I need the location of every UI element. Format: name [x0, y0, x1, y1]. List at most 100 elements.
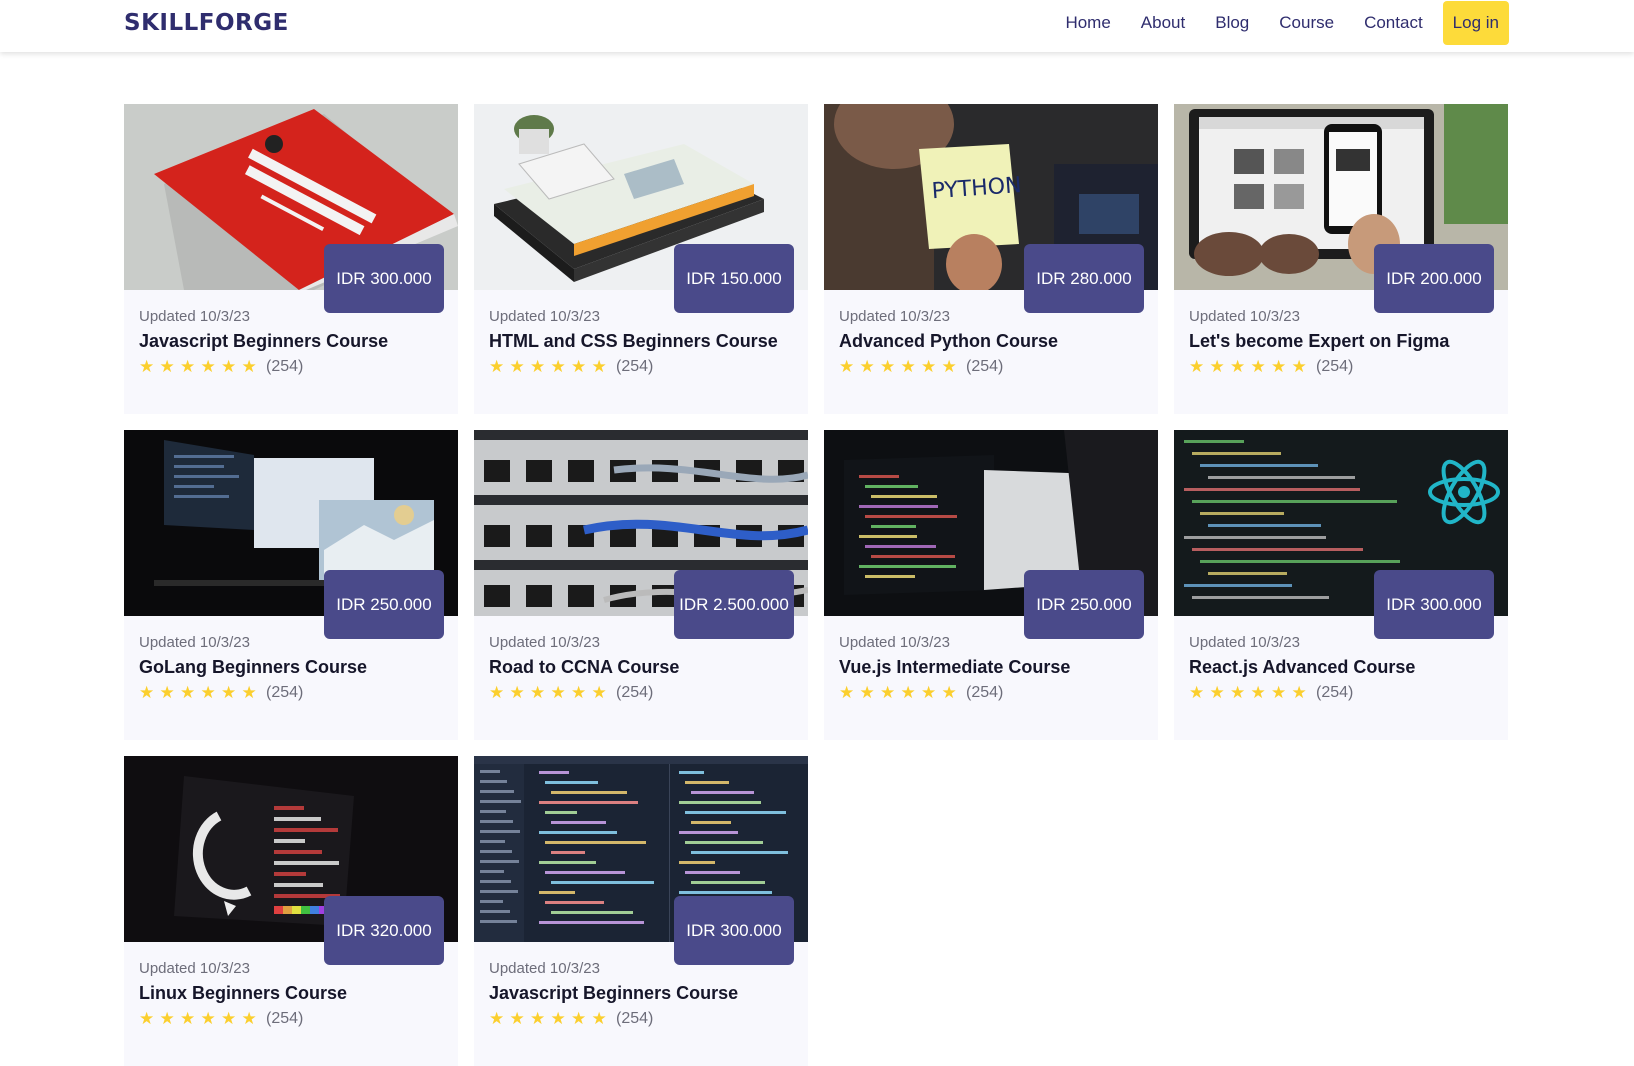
- course-meta: Updated 10/3/23 Let's become Expert on F…: [1189, 306, 1498, 379]
- rating: ★ ★ ★ ★ ★ ★ (254): [839, 355, 1148, 379]
- star-icon: ★: [941, 357, 957, 377]
- rating: ★ ★ ★ ★ ★ ★ (254): [139, 681, 448, 705]
- star-icon: ★: [1209, 357, 1225, 377]
- price-badge: IDR 2.500.000: [674, 570, 794, 639]
- star-icon: ★: [921, 357, 937, 377]
- star-icon: ★: [550, 357, 566, 377]
- rating-count: (254): [266, 684, 304, 701]
- rating-count: (254): [616, 1010, 654, 1027]
- star-icon: ★: [921, 683, 937, 703]
- star-icon: ★: [859, 357, 875, 377]
- nav-item-course[interactable]: Course: [1264, 13, 1349, 33]
- course-meta: Updated 10/3/23 GoLang Beginners Course …: [139, 632, 448, 705]
- nav-links: Home About Blog Course Contact Log in: [1050, 0, 1509, 46]
- course-title[interactable]: Let's become Expert on Figma: [1189, 328, 1498, 354]
- price-badge: IDR 300.000: [324, 244, 444, 313]
- course-card[interactable]: IDR 200.000 Updated 10/3/23 Let's become…: [1174, 104, 1508, 414]
- course-title[interactable]: Road to CCNA Course: [489, 654, 798, 680]
- course-meta: Updated 10/3/23 HTML and CSS Beginners C…: [489, 306, 798, 379]
- star-icon: ★: [221, 1009, 237, 1029]
- star-icon: ★: [221, 357, 237, 377]
- star-icon: ★: [571, 1009, 587, 1029]
- star-icon: ★: [221, 683, 237, 703]
- nav-item-contact[interactable]: Contact: [1349, 13, 1438, 33]
- rating: ★ ★ ★ ★ ★ ★ (254): [1189, 681, 1498, 705]
- star-icon: ★: [1230, 357, 1246, 377]
- rating: ★ ★ ★ ★ ★ ★ (254): [489, 681, 798, 705]
- star-icon: ★: [900, 357, 916, 377]
- course-title[interactable]: Javascript Beginners Course: [139, 328, 448, 354]
- star-icon: ★: [1271, 357, 1287, 377]
- course-meta: Updated 10/3/23 Javascript Beginners Cou…: [139, 306, 448, 379]
- star-icon: ★: [1189, 683, 1205, 703]
- nav-item-home[interactable]: Home: [1050, 13, 1125, 33]
- star-icon: ★: [1209, 683, 1225, 703]
- star-icon: ★: [489, 357, 505, 377]
- rating: ★ ★ ★ ★ ★ ★ (254): [839, 681, 1148, 705]
- course-title[interactable]: HTML and CSS Beginners Course: [489, 328, 798, 354]
- login-button[interactable]: Log in: [1442, 1, 1509, 45]
- star-icon: ★: [139, 357, 155, 377]
- star-icon: ★: [941, 683, 957, 703]
- navbar: SKILLFORGE Home About Blog Course Contac…: [0, 0, 1634, 52]
- star-icon: ★: [509, 683, 525, 703]
- star-icon: ★: [550, 1009, 566, 1029]
- course-title[interactable]: Vue.js Intermediate Course: [839, 654, 1148, 680]
- star-icon: ★: [839, 357, 855, 377]
- course-grid: IDR 300.000 Updated 10/3/23 Javascript B…: [124, 104, 1510, 1066]
- course-card[interactable]: IDR 150.000 Updated 10/3/23 HTML and CSS…: [474, 104, 808, 414]
- course-title[interactable]: Advanced Python Course: [839, 328, 1148, 354]
- star-icon: ★: [839, 683, 855, 703]
- star-icon: ★: [1291, 683, 1307, 703]
- star-icon: ★: [880, 683, 896, 703]
- star-icon: ★: [591, 683, 607, 703]
- star-icon: ★: [241, 1009, 257, 1029]
- course-card[interactable]: IDR 300.000 Updated 10/3/23 Javascript B…: [474, 756, 808, 1066]
- course-card[interactable]: IDR 300.000 Updated 10/3/23 React.js Adv…: [1174, 430, 1508, 740]
- course-card[interactable]: IDR 320.000 Updated 10/3/23 Linux Beginn…: [124, 756, 458, 1066]
- star-icon: ★: [591, 1009, 607, 1029]
- course-meta: Updated 10/3/23 Road to CCNA Course ★ ★ ★ ★…: [489, 632, 798, 705]
- course-title[interactable]: GoLang Beginners Course: [139, 654, 448, 680]
- rating: ★ ★ ★ ★ ★ ★ (254): [1189, 355, 1498, 379]
- course-card[interactable]: IDR 250.000 Updated 10/3/23 GoLang Begin…: [124, 430, 458, 740]
- price-badge: IDR 300.000: [1374, 570, 1494, 639]
- star-icon: ★: [159, 357, 175, 377]
- star-icon: ★: [159, 1009, 175, 1029]
- nav-item-about[interactable]: About: [1126, 13, 1200, 33]
- price-badge: IDR 300.000: [674, 896, 794, 965]
- star-icon: ★: [200, 683, 216, 703]
- nav-item-blog[interactable]: Blog: [1200, 13, 1264, 33]
- course-card[interactable]: PYTHON IDR 280.000 Updated 10/3/23 Advan…: [824, 104, 1158, 414]
- star-icon: ★: [530, 357, 546, 377]
- star-icon: ★: [880, 357, 896, 377]
- course-title[interactable]: React.js Advanced Course: [1189, 654, 1498, 680]
- course-card[interactable]: IDR 250.000 Updated 10/3/23 Vue.js Inter…: [824, 430, 1158, 740]
- star-icon: ★: [1189, 357, 1205, 377]
- star-icon: ★: [591, 357, 607, 377]
- rating-count: (254): [966, 358, 1004, 375]
- star-icon: ★: [509, 1009, 525, 1029]
- course-card[interactable]: IDR 300.000 Updated 10/3/23 Javascript B…: [124, 104, 458, 414]
- star-icon: ★: [200, 357, 216, 377]
- course-card[interactable]: IDR 2.500.000 Updated 10/3/23 Road to CC…: [474, 430, 808, 740]
- rating-count: (254): [616, 358, 654, 375]
- star-icon: ★: [550, 683, 566, 703]
- price-badge: IDR 320.000: [324, 896, 444, 965]
- star-icon: ★: [139, 1009, 155, 1029]
- course-title[interactable]: Linux Beginners Course: [139, 980, 448, 1006]
- brand-logo[interactable]: SKILLFORGE: [124, 10, 289, 36]
- star-icon: ★: [139, 683, 155, 703]
- rating-count: (254): [1316, 684, 1354, 701]
- rating: ★ ★ ★ ★ ★ ★ (254): [489, 355, 798, 379]
- rating-count: (254): [1316, 358, 1354, 375]
- star-icon: ★: [530, 1009, 546, 1029]
- rating: ★ ★ ★ ★ ★ ★ (254): [139, 1007, 448, 1031]
- star-icon: ★: [1291, 357, 1307, 377]
- price-badge: IDR 200.000: [1374, 244, 1494, 313]
- course-title[interactable]: Javascript Beginners Course: [489, 980, 798, 1006]
- logo-text: SKILLFORGE: [124, 10, 289, 36]
- star-icon: ★: [489, 1009, 505, 1029]
- star-icon: ★: [571, 683, 587, 703]
- price-badge: IDR 250.000: [324, 570, 444, 639]
